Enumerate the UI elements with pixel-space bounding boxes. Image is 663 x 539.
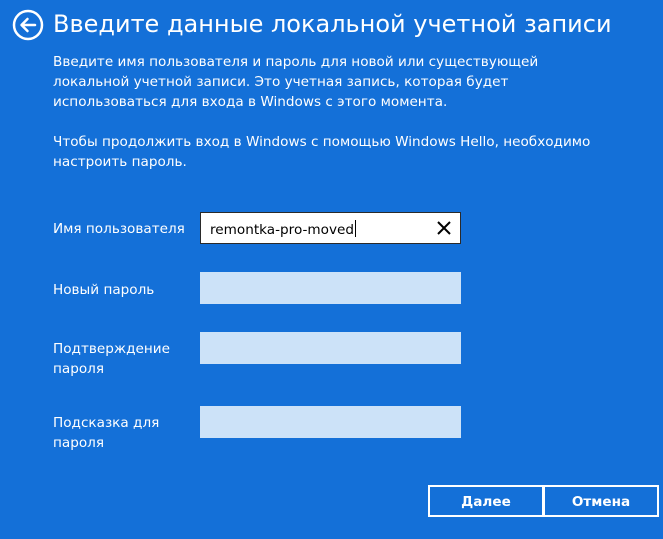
username-input[interactable]: remontka-pro-moved xyxy=(200,212,461,244)
close-icon[interactable] xyxy=(436,220,452,236)
next-button[interactable]: Далее xyxy=(428,485,544,517)
new-password-label: Новый пароль xyxy=(53,282,155,298)
new-password-input[interactable] xyxy=(200,272,461,304)
text-caret xyxy=(355,220,357,237)
password-hint-input[interactable] xyxy=(200,406,461,438)
page-title: Введите данные локальной учетной записи xyxy=(53,10,612,38)
back-arrow-icon[interactable] xyxy=(12,9,44,41)
description-paragraph-1: Введите имя пользователя и пароль для но… xyxy=(53,54,539,110)
password-hint-label: Подсказка для пароля xyxy=(53,415,160,451)
username-value: remontka-pro-moved xyxy=(210,220,357,238)
confirm-password-input[interactable] xyxy=(200,332,461,364)
description-paragraph-2: Чтобы продолжить вход в Windows с помощь… xyxy=(53,134,591,170)
username-label: Имя пользователя xyxy=(53,221,185,237)
confirm-password-label: Подтверждение пароля xyxy=(53,341,170,377)
cancel-button[interactable]: Отмена xyxy=(543,485,659,517)
